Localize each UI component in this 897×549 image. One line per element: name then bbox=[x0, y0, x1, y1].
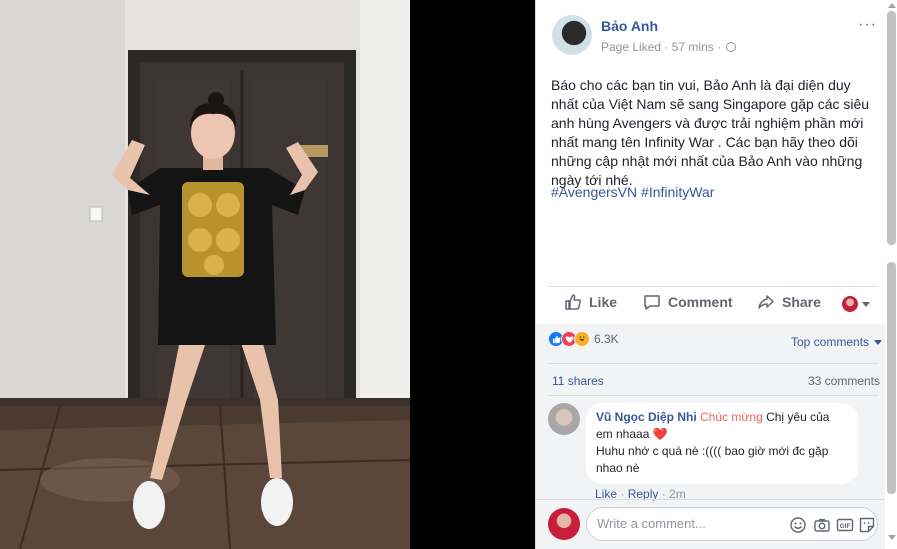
top-comments-label: Top comments bbox=[791, 335, 870, 349]
reaction-count: 6.3K bbox=[594, 332, 619, 346]
like-button[interactable]: Like bbox=[564, 293, 617, 311]
top-comments-dropdown[interactable]: Top comments bbox=[791, 335, 883, 349]
page-avatar[interactable] bbox=[552, 15, 592, 55]
meta-separator: · bbox=[713, 40, 725, 54]
heart-emoji-icon: ❤️ bbox=[652, 427, 668, 441]
like-label: Like bbox=[589, 294, 618, 310]
svg-text:GIF: GIF bbox=[840, 523, 851, 530]
scroll-down-arrow-icon[interactable] bbox=[888, 535, 896, 540]
camera-icon[interactable] bbox=[813, 516, 831, 534]
commenter-avatar[interactable] bbox=[548, 403, 580, 435]
divider bbox=[548, 395, 878, 396]
scrollbar-track-lower[interactable] bbox=[887, 262, 896, 494]
chevron-down-icon bbox=[862, 301, 870, 307]
comment-bubble: Vũ Ngọc Diệp Nhi Chúc mừng Chị yêu của e… bbox=[586, 403, 858, 484]
scroll-up-arrow-icon[interactable] bbox=[888, 3, 896, 8]
shares-count-link[interactable]: 11 shares bbox=[552, 374, 604, 388]
chevron-down-icon bbox=[874, 339, 883, 345]
post-side-panel: Bảo Anh Page Liked · 57 mins · ··· Báo c… bbox=[535, 0, 897, 549]
reactions-summary[interactable]: 6.3K bbox=[548, 331, 619, 347]
scrollbar-thumb[interactable] bbox=[887, 11, 896, 245]
share-button[interactable]: Share bbox=[757, 293, 821, 311]
haha-reaction-icon bbox=[574, 331, 590, 347]
engagement-stats: 11 shares 33 comments bbox=[548, 363, 880, 393]
post-meta: Page Liked · 57 mins · bbox=[601, 40, 737, 54]
sticker-icon[interactable] bbox=[858, 516, 876, 534]
share-arrow-icon bbox=[758, 295, 774, 309]
current-user-avatar bbox=[548, 508, 580, 540]
post-as-selector[interactable] bbox=[842, 296, 870, 312]
comments-count-link[interactable]: 33 comments bbox=[808, 374, 880, 388]
post-hashtags: #AvengersVN #InfinityWar bbox=[551, 184, 714, 200]
hashtag-avengersvn[interactable]: #AvengersVN bbox=[551, 184, 637, 200]
comment-button[interactable]: Comment bbox=[643, 293, 733, 311]
share-label: Share bbox=[782, 294, 821, 310]
thumbs-up-icon bbox=[565, 294, 581, 310]
divider bbox=[536, 499, 886, 500]
comment-composer: GIF bbox=[586, 507, 878, 541]
post-timestamp[interactable]: 57 mins bbox=[672, 40, 714, 54]
comment-author-link[interactable]: Vũ Ngọc Diệp Nhi bbox=[596, 410, 697, 424]
globe-icon bbox=[726, 42, 737, 52]
meta-separator: · bbox=[661, 40, 672, 54]
comment-input[interactable] bbox=[597, 516, 777, 531]
page-liked-status[interactable]: Page Liked bbox=[601, 40, 661, 54]
gif-icon[interactable]: GIF bbox=[836, 516, 854, 534]
emoji-icon[interactable] bbox=[789, 516, 807, 534]
hashtag-infinitywar[interactable]: #InfinityWar bbox=[641, 184, 714, 200]
comment-mention: Chúc mừng bbox=[700, 410, 763, 424]
more-options-icon[interactable]: ··· bbox=[858, 16, 877, 34]
comment-label: Comment bbox=[668, 294, 733, 310]
post-body-text: Báo cho các bạn tin vui, Bảo Anh là đại … bbox=[551, 77, 870, 188]
photo-viewer bbox=[0, 0, 535, 549]
comment-text-line-2: Huhu nhớ c quá nè :(((( bao giờ mới đc g… bbox=[596, 444, 829, 475]
post-as-avatar bbox=[842, 296, 858, 312]
post-action-bar: Like Comment Share bbox=[548, 286, 878, 322]
comment-bubble-icon bbox=[644, 295, 660, 310]
post-photo[interactable] bbox=[0, 0, 410, 549]
photo-illustration bbox=[0, 0, 410, 549]
post-header: Bảo Anh Page Liked · 57 mins · ··· bbox=[536, 0, 886, 66]
panel-scrollbar[interactable] bbox=[885, 0, 897, 549]
page-name-link[interactable]: Bảo Anh bbox=[601, 18, 658, 34]
